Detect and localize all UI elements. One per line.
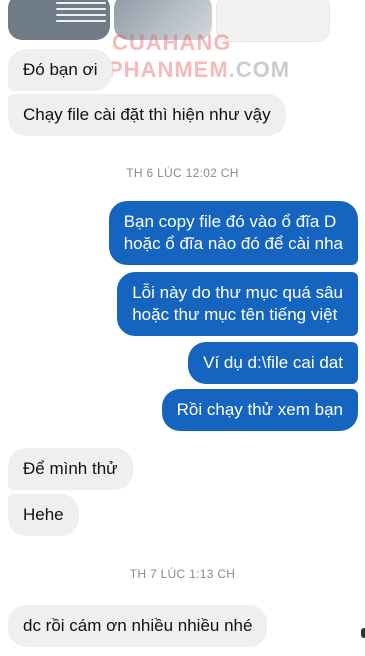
attachment-image[interactable] xyxy=(8,0,110,40)
message-bubble-incoming[interactable]: Chạy file cài đặt thì hiện như vậy xyxy=(8,94,286,136)
attachment-image[interactable] xyxy=(216,0,330,42)
message-line: Bạn copy file đó vào ổ đĩa D xyxy=(123,212,337,231)
timestamp-divider: TH 7 LÚC 1:13 CH xyxy=(129,567,236,581)
scroll-edge-indicator xyxy=(361,628,365,638)
message-bubble-outgoing[interactable]: Bạn copy file đó vào ổ đĩa D hoặc ổ đĩa … xyxy=(108,201,358,265)
message-bubble-incoming[interactable]: Để mình thử xyxy=(8,448,133,490)
timestamp-divider: TH 6 LÚC 12:02 CH xyxy=(126,166,239,180)
message-line: hoặc ổ đĩa nào đó để cài nha xyxy=(123,234,343,253)
message-bubble-incoming[interactable]: dc rồi cám ơn nhiều nhiều nhé xyxy=(8,605,268,647)
message-bubble-outgoing[interactable]: Rồi chạy thử xem bạn xyxy=(161,389,358,431)
message-bubble-outgoing[interactable]: Lỗi này do thư mục quá sâu hoặc thư mục … xyxy=(117,272,358,336)
screenshot-thumbnail xyxy=(56,0,106,28)
message-line: hoặc thư mục tên tiếng việt xyxy=(132,305,338,324)
message-bubble-incoming[interactable]: Hehe xyxy=(8,494,79,536)
message-bubble-incoming[interactable]: Đó bạn ơi xyxy=(8,49,113,91)
message-bubble-outgoing[interactable]: Ví dụ d:\file cai dat xyxy=(188,342,358,384)
attachment-image[interactable] xyxy=(114,0,212,40)
attachment-thumbnails[interactable] xyxy=(8,0,330,42)
message-line: Lỗi này do thư mục quá sâu xyxy=(132,283,343,302)
